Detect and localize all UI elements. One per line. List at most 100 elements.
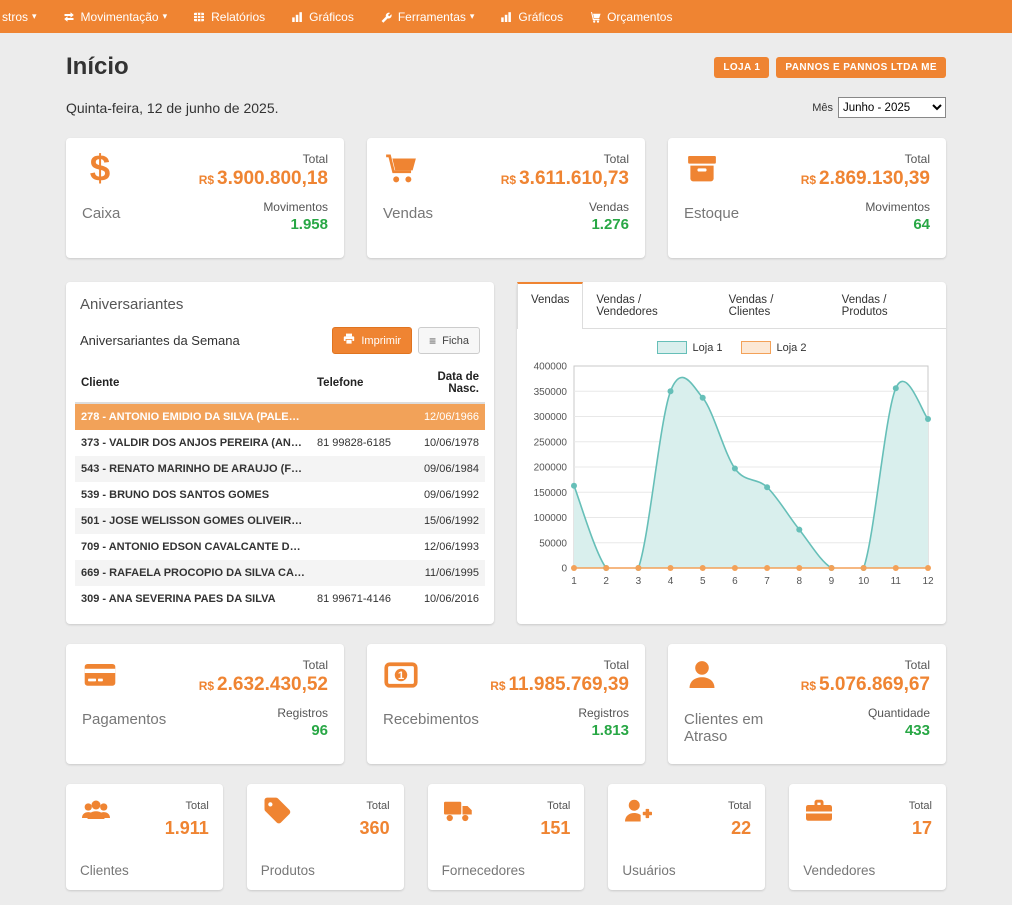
cell-data-nasc: 10/06/1978	[407, 430, 485, 456]
nav-item-label: Relatórios	[211, 10, 265, 24]
navbar: stros ▾ Movimentação ▾ Relatórios Gráfic…	[0, 0, 1012, 33]
month-select[interactable]: Junho - 2025	[838, 97, 946, 118]
column-header-cliente: Cliente	[75, 364, 311, 403]
svg-text:7: 7	[764, 576, 770, 587]
ficha-button-label: Ficha	[442, 335, 469, 347]
stats-row-1: $ Caixa Total R$3.900.800,18 Movimentos …	[66, 138, 946, 258]
nav-item-relatorios[interactable]: Relatórios	[180, 0, 278, 33]
nav-item-label: stros	[2, 10, 28, 24]
archive-box-icon	[684, 152, 739, 191]
cell-data-nasc: 15/06/1992	[407, 508, 485, 534]
bar-chart-icon	[291, 11, 303, 23]
column-header-data-nasc: Data de Nasc.	[407, 364, 485, 403]
legend-label-loja1: Loja 1	[693, 342, 723, 354]
nav-item-graficos[interactable]: Gráficos	[278, 0, 367, 33]
store-button[interactable]: LOJA 1	[714, 57, 769, 78]
clientes-card: Total 1.911 Clientes	[66, 784, 223, 890]
user-plus-icon	[622, 796, 654, 839]
company-button[interactable]: PANNOS E PANNOS LTDA ME	[776, 57, 946, 78]
svg-text:300000: 300000	[533, 412, 567, 423]
stat-label: Produtos	[261, 863, 390, 878]
chart-legend: Loja 1 Loja 2	[517, 341, 946, 354]
ficha-button[interactable]: ≡ Ficha	[418, 327, 480, 354]
count-value: 17	[909, 818, 932, 839]
nav-item-movimentacao[interactable]: Movimentação ▾	[50, 0, 181, 33]
cell-telefone	[311, 560, 407, 586]
cell-telefone: 81 99671-4146	[311, 586, 407, 612]
pagamentos-card: Pagamentos Total R$2.632.430,52 Registro…	[66, 644, 344, 764]
count-label: Registros	[199, 706, 328, 720]
vendedores-card: Total 17 Vendedores	[789, 784, 946, 890]
cell-data-nasc: 09/06/1984	[407, 456, 485, 482]
current-date: Quinta-feira, 12 de junho de 2025.	[66, 100, 279, 116]
cell-telefone	[311, 456, 407, 482]
tab-vendas[interactable]: Vendas	[517, 282, 583, 329]
currency-symbol: R$	[199, 173, 214, 187]
count-value: 22	[728, 818, 751, 839]
count-value: 1.911	[165, 818, 209, 839]
nav-item-graficos-2[interactable]: Gráficos	[487, 0, 576, 33]
tab-vendas-clientes[interactable]: Vendas / Clientes	[716, 282, 829, 328]
birthday-row[interactable]: 278 - ANTONIO EMIDIO DA SILVA (PALE… 12/0…	[75, 403, 485, 430]
birthday-table-body: 278 - ANTONIO EMIDIO DA SILVA (PALE… 12/0…	[75, 403, 485, 612]
count-label: Quantidade	[801, 706, 930, 720]
birthday-row[interactable]: 539 - BRUNO DOS SANTOS GOMES09/06/1992	[75, 482, 485, 508]
currency-symbol: R$	[501, 173, 516, 187]
svg-text:350000: 350000	[533, 387, 567, 398]
total-value: 3.611.610,73	[519, 168, 629, 189]
birthday-row[interactable]: 309 - ANA SEVERINA PAES DA SILVA81 99671…	[75, 586, 485, 612]
birthday-row[interactable]: 669 - RAFAELA PROCOPIO DA SILVA CA…11/06…	[75, 560, 485, 586]
total-label: Total	[199, 152, 328, 166]
stat-label: Vendedores	[803, 863, 932, 878]
cell-cliente: 709 - ANTONIO EDSON CAVALCANTE D…	[75, 534, 311, 560]
birthday-row[interactable]: 543 - RENATO MARINHO DE ARAUJO (F… 09/06/…	[75, 456, 485, 482]
svg-text:1: 1	[398, 670, 404, 682]
panel-title: Aniversariantes	[75, 292, 485, 325]
legend-swatch-loja1	[657, 341, 687, 354]
birthday-row[interactable]: 501 - JOSE WELISSON GOMES OLIVEIR…15/06/…	[75, 508, 485, 534]
svg-text:5: 5	[699, 576, 705, 587]
cell-cliente: 543 - RENATO MARINHO DE ARAUJO (F…	[75, 456, 311, 482]
month-label: Mês	[812, 102, 833, 114]
clientes-atraso-card: Clientes em Atraso Total R$5.076.869,67 …	[668, 644, 946, 764]
count-label: Movimentos	[801, 200, 930, 214]
birthday-row[interactable]: 709 - ANTONIO EDSON CAVALCANTE D… 12/06/1…	[75, 534, 485, 560]
recebimentos-card: 1 Recebimentos Total R$11.985.769,39 Reg…	[367, 644, 645, 764]
cell-data-nasc: 09/06/1992	[407, 482, 485, 508]
stat-label: Recebimentos	[383, 711, 479, 728]
stats-row-2: Pagamentos Total R$2.632.430,52 Registro…	[66, 644, 946, 764]
stat-label: Vendas	[383, 205, 433, 222]
usuarios-card: Total 22 Usuários	[608, 784, 765, 890]
sales-panel: Vendas Vendas / Vendedores Vendas / Clie…	[517, 282, 946, 624]
chevron-down-icon: ▾	[470, 11, 475, 22]
cell-data-nasc: 12/06/1993	[407, 534, 485, 560]
bar-chart-icon	[500, 11, 512, 23]
column-header-telefone: Telefone	[311, 364, 407, 403]
nav-item-label: Gráficos	[309, 10, 354, 24]
cell-telefone	[311, 482, 407, 508]
svg-text:$: $	[90, 152, 110, 186]
cell-data-nasc: 12/06/1966	[407, 403, 485, 430]
svg-text:3: 3	[635, 576, 641, 587]
count-value: 1.958	[199, 216, 328, 233]
total-label: Total	[501, 152, 629, 166]
tab-vendas-produtos[interactable]: Vendas / Produtos	[829, 282, 946, 328]
svg-text:2: 2	[603, 576, 609, 587]
print-button[interactable]: Imprimir	[332, 327, 412, 354]
cell-cliente: 278 - ANTONIO EMIDIO DA SILVA (PALE…	[75, 403, 311, 430]
count-value: 151	[540, 818, 570, 839]
cell-cliente: 309 - ANA SEVERINA PAES DA SILVA	[75, 586, 311, 612]
tab-vendas-vendedores[interactable]: Vendas / Vendedores	[583, 282, 715, 328]
page-title: Início	[66, 53, 129, 81]
cell-telefone	[311, 403, 407, 430]
birthday-row[interactable]: 373 - VALDIR DOS ANJOS PEREIRA (AN…81 99…	[75, 430, 485, 456]
people-icon	[80, 796, 112, 839]
total-value: 5.076.869,67	[819, 674, 930, 695]
svg-text:8: 8	[796, 576, 802, 587]
nav-item-cadastros[interactable]: stros ▾	[0, 0, 50, 33]
nav-item-ferramentas[interactable]: Ferramentas ▾	[367, 0, 488, 33]
birthdays-panel: Aniversariantes Aniversariantes da Seman…	[66, 282, 494, 624]
svg-text:6: 6	[732, 576, 738, 587]
dollar-icon: $	[82, 152, 120, 191]
nav-item-orcamentos[interactable]: Orçamentos	[576, 0, 685, 33]
